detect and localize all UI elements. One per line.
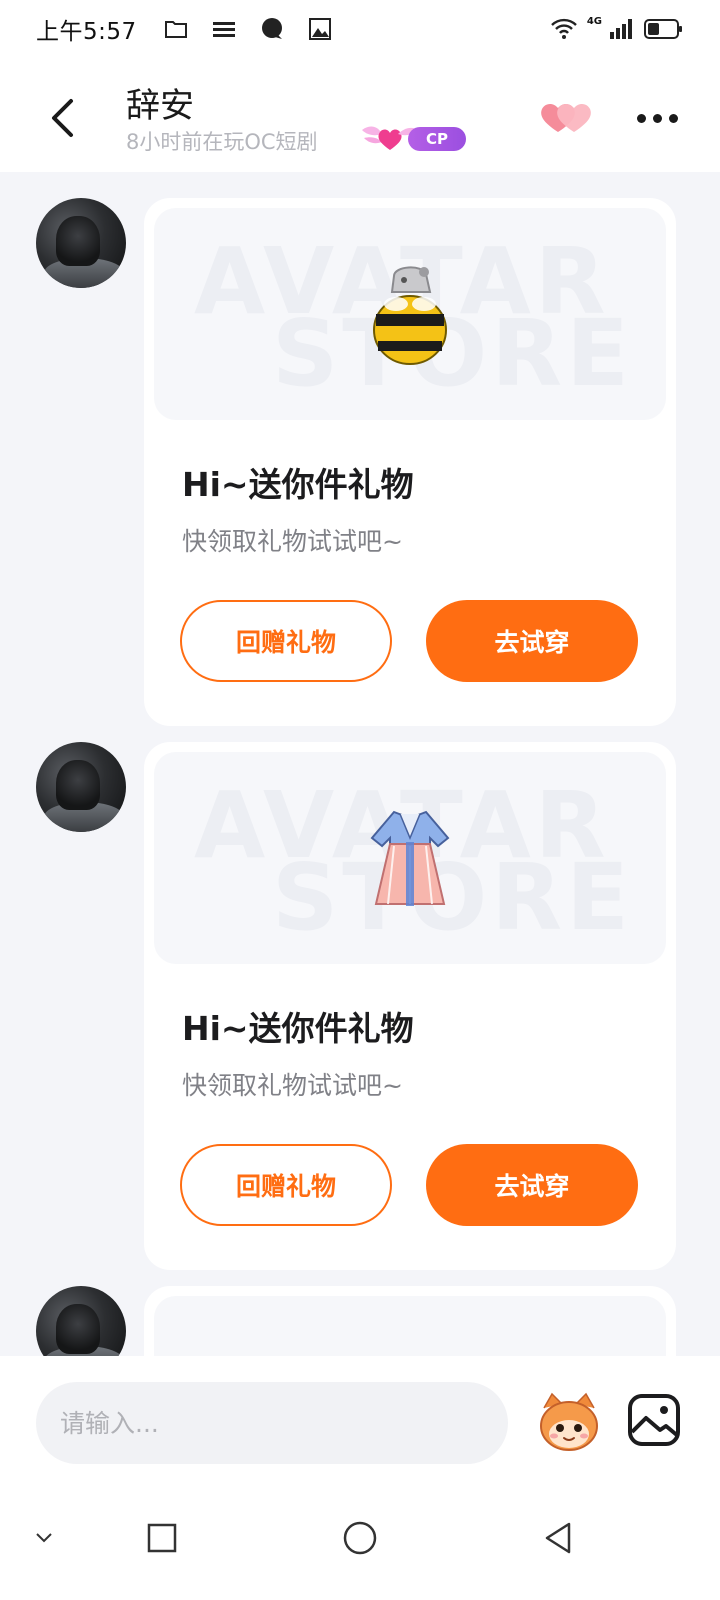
dot-icon	[652, 113, 662, 123]
battery-icon	[644, 16, 684, 42]
dot-icon	[668, 113, 678, 123]
mascot-icon	[540, 1392, 598, 1451]
triangle-back-icon	[545, 1522, 571, 1554]
more-options-button[interactable]	[632, 100, 682, 136]
image-icon	[307, 16, 333, 42]
try-on-button[interactable]: 去试穿	[426, 1144, 638, 1226]
signal-icon	[608, 16, 634, 42]
notification-icons	[163, 16, 333, 42]
recents-button[interactable]	[132, 1508, 192, 1568]
composer-bar	[0, 1356, 720, 1478]
list-icon	[211, 16, 237, 42]
gift-subtitle: 快领取礼物试试吧~	[182, 527, 403, 556]
folder-icon	[163, 16, 189, 42]
hanfu-robe-icon	[370, 810, 450, 906]
send-image-button[interactable]	[626, 1392, 682, 1448]
message-list[interactable]: AVATAR STORE Hi~送你件礼物 快领取礼物试试吧~ 回赠礼物 去试穿	[0, 172, 720, 1356]
double-heart-icon	[541, 103, 591, 132]
home-button[interactable]	[330, 1508, 390, 1568]
chat-bubble-icon	[259, 16, 285, 42]
gift-preview[interactable]: AVATAR STORE	[154, 752, 666, 964]
try-on-button[interactable]: 去试穿	[426, 600, 638, 682]
gift-card: AVATAR STORE Hi~送你件礼物 快领取礼物试试吧~ 回赠礼物 去试穿	[144, 198, 676, 726]
gift-message: AVATAR STORE Hi~送你件礼物 快领取礼物试试吧~ 回赠礼物 去试穿	[0, 742, 720, 1282]
circle-icon	[343, 1521, 377, 1555]
image-icon	[628, 1394, 680, 1446]
system-icons: 4G	[550, 15, 684, 42]
wifi-icon	[550, 16, 577, 42]
chevron-left-icon	[52, 99, 73, 137]
contact-name[interactable]: 辞安	[126, 78, 194, 127]
status-time: 上午5:57	[36, 19, 137, 45]
contact-activity-status: 8小时前在玩OC短剧	[126, 130, 318, 154]
return-gift-button[interactable]: 回赠礼物	[180, 1144, 392, 1226]
bee-costume-icon	[373, 266, 447, 365]
gift-card: AVATAR STORE Hi~送你件礼物 快领取礼物试试吧~ 回赠礼物 去试穿	[144, 742, 676, 1270]
back-button[interactable]	[38, 94, 86, 142]
sender-avatar[interactable]	[36, 198, 126, 288]
return-gift-button[interactable]: 回赠礼物	[180, 600, 392, 682]
cp-label: CP	[408, 127, 466, 151]
gift-card	[144, 1286, 676, 1356]
cp-badge[interactable]: CP	[360, 120, 470, 156]
message-input[interactable]	[36, 1382, 508, 1464]
chat-header: 辞安 8小时前在玩OC短剧 CP	[0, 58, 720, 172]
gift-title: Hi~送你件礼物	[182, 1009, 414, 1048]
status-bar: 上午5:57 4G	[0, 0, 720, 58]
gift-message-partial	[0, 1286, 720, 1356]
back-nav-button[interactable]	[528, 1508, 588, 1568]
system-navigation-bar	[0, 1478, 720, 1600]
gift-preview[interactable]	[154, 1296, 666, 1356]
gift-subtitle: 快领取礼物试试吧~	[182, 1071, 403, 1100]
sender-avatar[interactable]	[36, 742, 126, 832]
square-icon	[147, 1523, 177, 1553]
emoji-mascot-button[interactable]	[534, 1386, 604, 1456]
network-type-label: 4G	[586, 15, 602, 27]
dot-icon	[636, 113, 646, 123]
gift-preview[interactable]: AVATAR STORE	[154, 208, 666, 420]
gift-title: Hi~送你件礼物	[182, 465, 414, 504]
chevron-down-icon	[36, 1533, 52, 1543]
intimacy-hearts-button[interactable]	[538, 98, 594, 138]
gift-message: AVATAR STORE Hi~送你件礼物 快领取礼物试试吧~ 回赠礼物 去试穿	[0, 198, 720, 738]
collapse-nav-button[interactable]	[14, 1508, 74, 1568]
sender-avatar[interactable]	[36, 1286, 126, 1356]
